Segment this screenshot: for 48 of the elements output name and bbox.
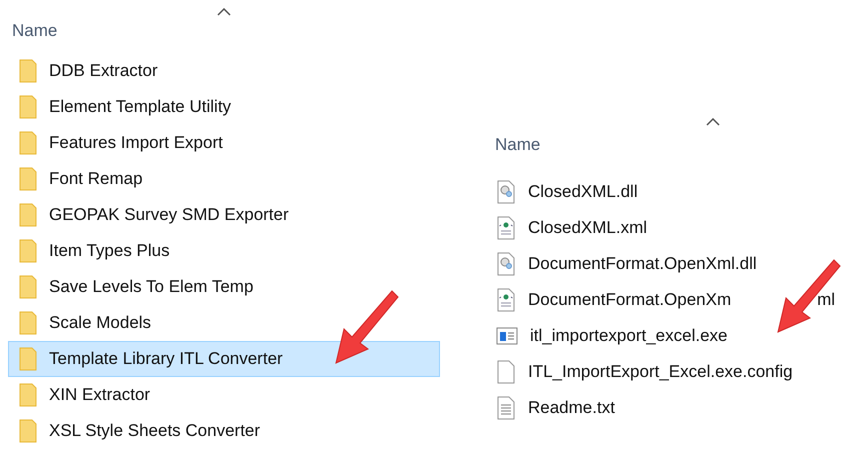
file-row[interactable]: DocumentFormat.OpenXml.dll	[480, 246, 841, 282]
file-name: itl_importexport_excel.exe	[530, 325, 728, 348]
folder-row[interactable]: Save Levels To Elem Temp	[8, 269, 440, 305]
folder-row[interactable]: XIN Extractor	[8, 377, 440, 413]
folder-icon	[19, 275, 39, 299]
folder-row[interactable]: Item Types Plus	[8, 233, 440, 269]
folder-row[interactable]: GEOPAK Survey SMD Exporter	[8, 197, 440, 233]
file-name: DocumentFormat.OpenXm	[528, 289, 732, 312]
file-name: Readme.txt	[528, 397, 615, 420]
folder-icon	[19, 383, 39, 407]
folder-row[interactable]: Element Template Utility	[8, 89, 440, 125]
folder-icon	[19, 239, 39, 263]
folder-icon	[19, 311, 39, 335]
column-header[interactable]: Name	[12, 21, 58, 40]
file-row[interactable]: Readme.txt	[480, 390, 841, 426]
program-icon	[496, 327, 518, 345]
file-name: ClosedXML.xml	[528, 217, 648, 240]
file-name: ClosedXML.dll	[528, 181, 638, 204]
xml-file-icon	[496, 288, 516, 312]
blank-file-icon	[496, 360, 516, 384]
folder-icon	[19, 203, 39, 227]
file-name: ml	[817, 289, 836, 312]
folder-icon	[19, 59, 39, 83]
folder-row[interactable]: Font Remap	[8, 161, 440, 197]
xml-file-icon	[496, 216, 516, 240]
sort-caret-icon	[217, 8, 231, 16]
folder-row[interactable]: Template Library ITL Converter	[8, 341, 440, 377]
folder-row[interactable]: XSL Style Sheets Converter	[8, 413, 440, 449]
folder-icon	[19, 95, 39, 119]
file-row[interactable]: itl_importexport_excel.exe	[480, 318, 841, 354]
folder-icon	[19, 419, 39, 443]
file-name: ITL_ImportExport_Excel.exe.config	[528, 361, 793, 384]
file-row[interactable]: ClosedXML.xml	[480, 210, 841, 246]
folder-row[interactable]: DDB Extractor	[8, 53, 440, 89]
folder-row[interactable]: Features Import Export	[8, 125, 440, 161]
column-header[interactable]: Name	[495, 135, 540, 154]
sort-caret-icon	[706, 118, 720, 126]
folder-icon	[19, 167, 39, 191]
gear-file-icon	[496, 180, 516, 204]
gear-file-icon	[496, 252, 516, 276]
folder-icon	[19, 347, 39, 371]
file-name: DocumentFormat.OpenXml.dll	[528, 253, 757, 276]
file-row[interactable]: ITL_ImportExport_Excel.exe.config	[480, 354, 841, 390]
file-row[interactable]: DocumentFormat.OpenXm ml	[480, 282, 841, 318]
folder-row[interactable]: Scale Models	[8, 305, 440, 341]
file-row[interactable]: ClosedXML.dll	[480, 174, 841, 210]
folder-icon	[19, 131, 39, 155]
text-file-icon	[496, 396, 516, 420]
